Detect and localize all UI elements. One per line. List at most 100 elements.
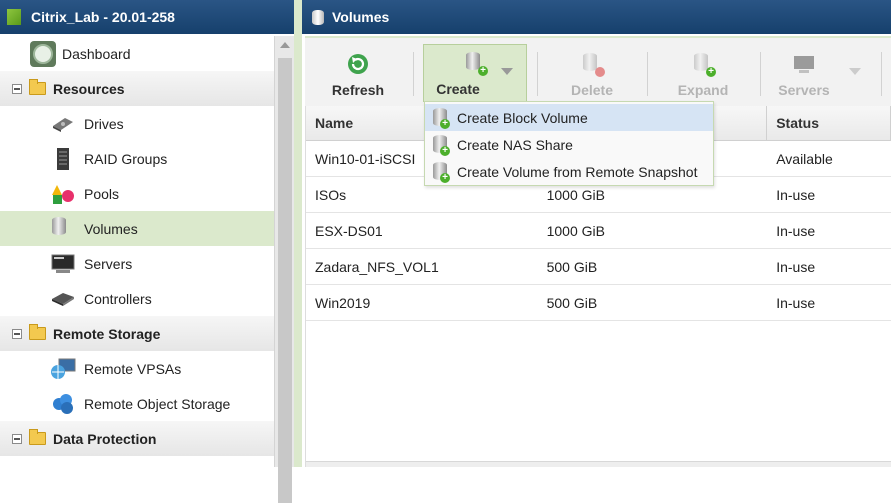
volumes-panel: Volumes Refresh Create Delete Expand Ser… [302, 0, 891, 467]
cell-size: 500 GiB [546, 294, 598, 311]
volumes-title-bar: Volumes [302, 0, 891, 34]
nav-item-label: Remote Object Storage [84, 395, 231, 412]
expand-label: Expand [677, 82, 729, 98]
nav-item-raid-groups[interactable]: RAID Groups [0, 141, 274, 176]
menu-item-label: Create NAS Share [457, 136, 573, 153]
nav-item-drives[interactable]: Drives [0, 106, 274, 141]
panel-title: Volumes [332, 9, 390, 25]
refresh-label: Refresh [331, 82, 385, 98]
toolbar: Refresh Create Delete Expand Servers [305, 36, 891, 106]
create-volume-icon [464, 52, 488, 76]
column-header-status[interactable]: Status [767, 106, 891, 140]
nav-item-dashboard[interactable]: Dashboard [0, 36, 274, 71]
nav-item-label: RAID Groups [84, 150, 168, 167]
panel-splitter[interactable] [294, 0, 302, 467]
toolbar-divider [413, 52, 414, 96]
nav-item-label: Volumes [84, 220, 138, 237]
dashboard-icon [30, 40, 56, 67]
nas-share-icon [431, 135, 450, 156]
table-row[interactable]: ESX-DS01 1000 GiB In-use [306, 213, 891, 249]
volume-icon [50, 216, 76, 241]
table-row[interactable]: Zadara_NFS_VOL1 500 GiB In-use [306, 249, 891, 285]
nav-scrollbar[interactable] [274, 36, 294, 503]
table-footer [306, 461, 891, 467]
delete-label: Delete [570, 82, 614, 98]
cell-status: In-use [776, 186, 816, 203]
table-row[interactable]: Win2019 500 GiB In-use [306, 285, 891, 321]
nav-section-data-protection[interactable]: Data Protection [0, 421, 274, 456]
menu-item-create-block-volume[interactable]: Create Block Volume [425, 104, 713, 131]
navigation-tree: Dashboard Resources Drives RAID Groups P… [0, 36, 274, 456]
toolbar-divider [760, 52, 761, 96]
volume-icon [312, 9, 324, 25]
servers-label: Servers [778, 82, 830, 98]
toolbar-divider [647, 52, 648, 96]
cell-name: ESX-DS01 [315, 222, 383, 239]
cell-size: 1000 GiB [546, 222, 605, 239]
navigation-panel: Citrix_Lab - 20.01-258 Dashboard Resourc… [0, 0, 296, 503]
cell-status: In-use [776, 258, 816, 275]
remote-snapshot-icon [431, 162, 450, 183]
delete-button[interactable]: Delete [561, 44, 623, 102]
cell-name: Win2019 [315, 294, 371, 311]
nav-item-volumes[interactable]: Volumes [0, 211, 274, 246]
nav-item-label: Servers [84, 255, 133, 272]
cell-status: In-use [776, 294, 816, 311]
toolbar-divider [881, 52, 882, 96]
servers-dropdown-chevron-icon[interactable] [849, 68, 861, 75]
nav-item-label: Dashboard [62, 45, 131, 62]
nav-item-label: Pools [84, 185, 120, 202]
vpsa-logo-icon [7, 9, 21, 25]
refresh-icon [348, 54, 368, 74]
drive-icon [50, 112, 76, 136]
collapse-icon[interactable] [12, 83, 22, 94]
delete-volume-icon [581, 53, 605, 77]
nav-item-label: Remote VPSAs [84, 360, 182, 377]
cell-status: In-use [776, 222, 816, 239]
folder-icon [29, 324, 46, 340]
folder-icon [29, 79, 46, 95]
expand-volume-icon [692, 53, 716, 77]
nav-section-label: Resources [53, 80, 125, 97]
nav-item-remote-vpsas[interactable]: Remote VPSAs [0, 351, 274, 386]
collapse-icon[interactable] [12, 328, 22, 339]
menu-item-label: Create Block Volume [457, 109, 588, 126]
nav-item-label: Controllers [84, 290, 152, 307]
toolbar-divider [537, 52, 538, 96]
server-icon [794, 56, 814, 73]
create-dropdown-chevron-icon[interactable] [501, 68, 513, 75]
refresh-button[interactable]: Refresh [327, 44, 389, 102]
servers-button[interactable]: Servers [775, 44, 833, 102]
nav-item-pools[interactable]: Pools [0, 176, 274, 211]
nav-item-label: Drives [84, 115, 124, 132]
create-dropdown-menu: Create Block Volume Create NAS Share Cre… [424, 101, 714, 186]
cell-size: 500 GiB [546, 258, 598, 275]
server-monitor-icon [50, 252, 76, 276]
cell-name: Zadara_NFS_VOL1 [315, 258, 439, 275]
nav-item-servers[interactable]: Servers [0, 246, 274, 281]
system-title: Citrix_Lab - 20.01-258 [31, 9, 175, 25]
expand-button[interactable]: Expand [670, 44, 736, 102]
raid-group-icon [50, 147, 76, 171]
nav-item-remote-object-storage[interactable]: Remote Object Storage [0, 386, 274, 421]
pools-icon [50, 182, 76, 206]
scroll-up-icon[interactable] [280, 42, 290, 48]
collapse-icon[interactable] [12, 433, 22, 444]
nav-section-label: Remote Storage [53, 325, 161, 342]
folder-icon [29, 429, 46, 445]
nav-section-remote-storage[interactable]: Remote Storage [0, 316, 274, 351]
object-storage-icon [50, 392, 76, 416]
menu-item-label: Create Volume from Remote Snapshot [457, 163, 698, 180]
controller-icon [50, 287, 76, 311]
cell-status: Available [776, 150, 833, 167]
nav-section-resources[interactable]: Resources [0, 71, 274, 106]
block-volume-icon [431, 108, 450, 129]
nav-section-label: Data Protection [53, 430, 157, 447]
menu-item-create-from-remote-snapshot[interactable]: Create Volume from Remote Snapshot [425, 158, 713, 185]
menu-item-create-nas-share[interactable]: Create NAS Share [425, 131, 713, 158]
remote-vpsa-icon [50, 357, 76, 381]
create-label: Create [436, 81, 480, 97]
scrollbar-thumb[interactable] [278, 58, 292, 503]
system-title-bar: Citrix_Lab - 20.01-258 [0, 0, 296, 34]
nav-item-controllers[interactable]: Controllers [0, 281, 274, 316]
